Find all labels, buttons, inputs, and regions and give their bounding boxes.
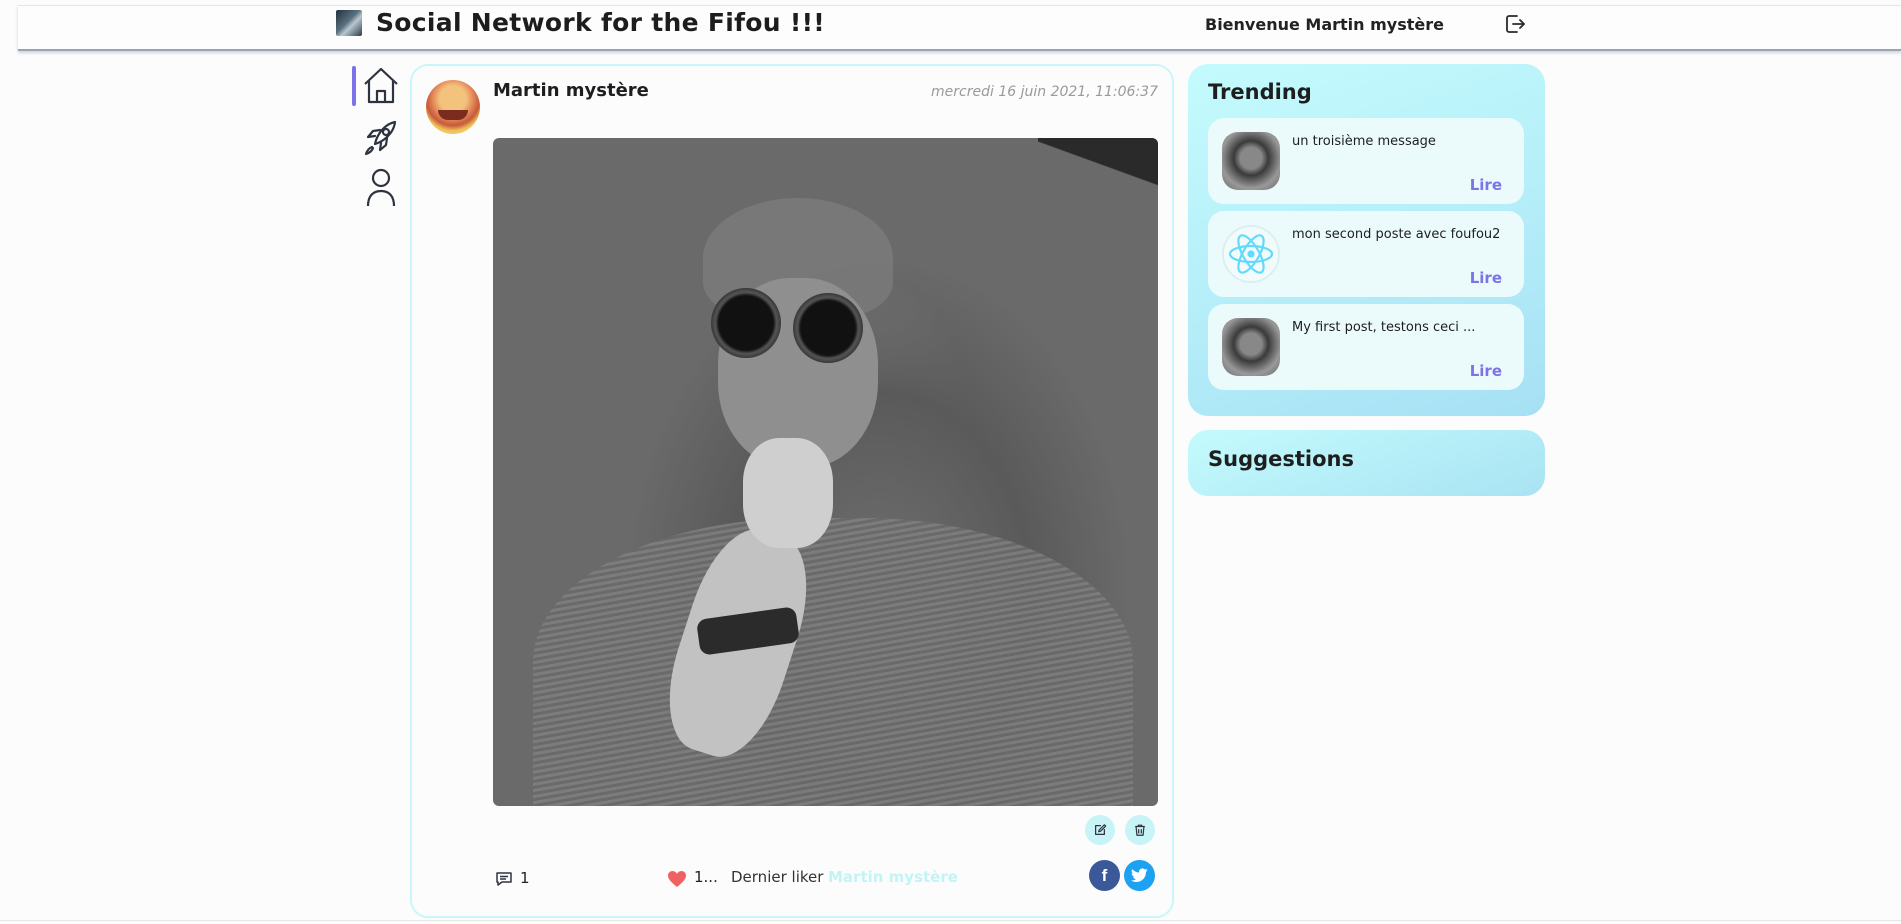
trending-item[interactable]: un troisième message Lire bbox=[1208, 118, 1524, 204]
edit-icon bbox=[1095, 824, 1107, 835]
post-image-shirt bbox=[533, 518, 1133, 806]
post-image-hand bbox=[743, 438, 833, 548]
share-twitter-button[interactable] bbox=[1124, 860, 1155, 891]
post-image-goggle-right bbox=[793, 293, 863, 363]
comment-count: 1 bbox=[520, 869, 530, 887]
site-title: Social Network for the Fifou !!! bbox=[376, 8, 825, 37]
react-logo-icon bbox=[1228, 234, 1274, 274]
suggestions-title: Suggestions bbox=[1208, 447, 1354, 471]
read-link[interactable]: Lire bbox=[1470, 362, 1502, 380]
trending-item[interactable]: mon second poste avec foufou2 Lire bbox=[1208, 211, 1524, 297]
read-link[interactable]: Lire bbox=[1470, 176, 1502, 194]
post-image-goggle-left bbox=[711, 288, 781, 358]
trending-thumbnail bbox=[1222, 318, 1280, 376]
last-liker-label: Dernier liker : bbox=[731, 868, 834, 886]
post-image-corner bbox=[1038, 138, 1158, 198]
post-image bbox=[493, 138, 1158, 806]
author-avatar[interactable] bbox=[426, 80, 480, 134]
welcome-message: Bienvenue Martin mystère bbox=[1205, 15, 1444, 34]
twitter-icon bbox=[1131, 868, 1148, 883]
trending-item-text: mon second poste avec foufou2 bbox=[1292, 227, 1501, 242]
share-facebook-button[interactable]: f bbox=[1089, 860, 1120, 891]
rocket-icon[interactable] bbox=[361, 116, 401, 158]
page-divider bbox=[0, 920, 1901, 921]
trending-item-text: My first post, testons ceci ... bbox=[1292, 320, 1476, 335]
user-icon[interactable] bbox=[361, 166, 401, 208]
home-icon[interactable] bbox=[361, 64, 401, 106]
facebook-icon: f bbox=[1101, 865, 1108, 885]
logout-icon[interactable] bbox=[1503, 12, 1527, 36]
last-liker-name[interactable]: Martin mystère bbox=[828, 868, 958, 886]
trending-thumbnail bbox=[1222, 132, 1280, 190]
post-date: mercredi 16 juin 2021, 11:06:37 bbox=[931, 84, 1158, 100]
heart-icon[interactable] bbox=[667, 870, 687, 888]
nav-active-indicator bbox=[352, 66, 356, 106]
comment-icon[interactable] bbox=[495, 870, 513, 888]
top-header bbox=[18, 5, 1901, 51]
trending-title: Trending bbox=[1208, 80, 1312, 104]
like-count: 1... bbox=[694, 868, 718, 886]
site-logo[interactable] bbox=[336, 10, 362, 36]
trending-item-text: un troisième message bbox=[1292, 134, 1436, 149]
trending-thumbnail bbox=[1222, 225, 1280, 283]
read-link[interactable]: Lire bbox=[1470, 269, 1502, 287]
delete-post-button[interactable] bbox=[1125, 815, 1155, 845]
trash-icon bbox=[1135, 824, 1145, 836]
post-author-name[interactable]: Martin mystère bbox=[493, 80, 649, 101]
edit-post-button[interactable] bbox=[1085, 815, 1115, 845]
trending-item[interactable]: My first post, testons ceci ... Lire bbox=[1208, 304, 1524, 390]
